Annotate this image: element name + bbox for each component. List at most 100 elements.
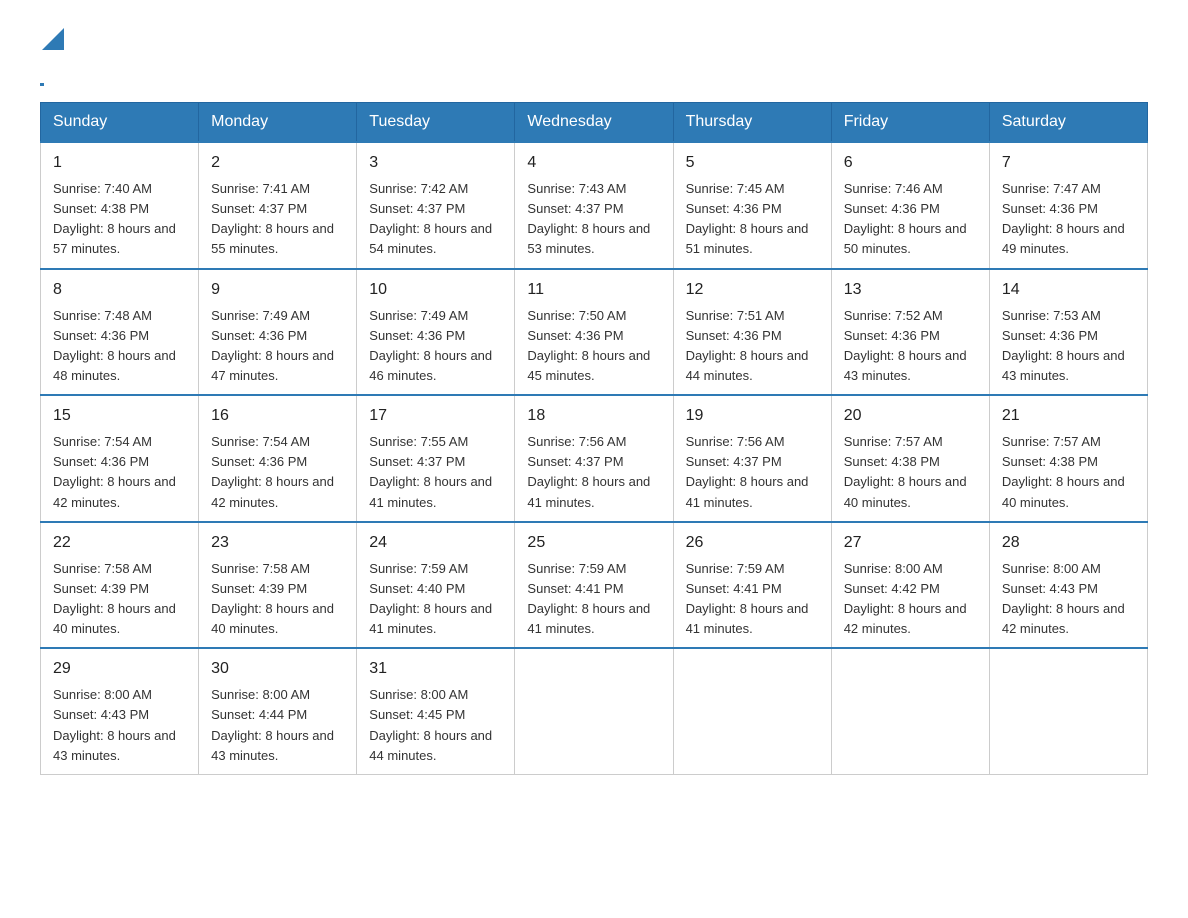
daylight-text: Daylight: 8 hours and 44 minutes. [369, 728, 492, 763]
day-info: Sunrise: 7:59 AM Sunset: 4:40 PM Dayligh… [369, 559, 502, 640]
calendar-cell: 11 Sunrise: 7:50 AM Sunset: 4:36 PM Dayl… [515, 269, 673, 396]
col-header-sunday: Sunday [41, 103, 199, 143]
day-number: 20 [844, 404, 977, 428]
sunrise-text: Sunrise: 7:59 AM [527, 561, 626, 576]
daylight-text: Daylight: 8 hours and 43 minutes. [211, 728, 334, 763]
sunset-text: Sunset: 4:42 PM [844, 581, 940, 596]
sunset-text: Sunset: 4:43 PM [1002, 581, 1098, 596]
day-number: 29 [53, 657, 186, 681]
logo-triangle-icon [42, 28, 64, 50]
daylight-text: Daylight: 8 hours and 49 minutes. [1002, 221, 1125, 256]
sunset-text: Sunset: 4:37 PM [527, 201, 623, 216]
day-number: 16 [211, 404, 344, 428]
day-info: Sunrise: 7:50 AM Sunset: 4:36 PM Dayligh… [527, 306, 660, 387]
calendar-cell [831, 648, 989, 774]
day-info: Sunrise: 8:00 AM Sunset: 4:43 PM Dayligh… [1002, 559, 1135, 640]
sunrise-text: Sunrise: 8:00 AM [1002, 561, 1101, 576]
week-row-5: 29 Sunrise: 8:00 AM Sunset: 4:43 PM Dayl… [41, 648, 1148, 774]
sunrise-text: Sunrise: 7:45 AM [686, 181, 785, 196]
day-number: 22 [53, 531, 186, 555]
daylight-text: Daylight: 8 hours and 57 minutes. [53, 221, 176, 256]
sunset-text: Sunset: 4:38 PM [844, 454, 940, 469]
day-info: Sunrise: 7:51 AM Sunset: 4:36 PM Dayligh… [686, 306, 819, 387]
sunset-text: Sunset: 4:36 PM [686, 201, 782, 216]
calendar-cell: 4 Sunrise: 7:43 AM Sunset: 4:37 PM Dayli… [515, 142, 673, 269]
calendar-cell [673, 648, 831, 774]
daylight-text: Daylight: 8 hours and 44 minutes. [686, 348, 809, 383]
calendar-cell: 2 Sunrise: 7:41 AM Sunset: 4:37 PM Dayli… [199, 142, 357, 269]
logo [40, 30, 64, 82]
day-number: 28 [1002, 531, 1135, 555]
calendar-cell: 20 Sunrise: 7:57 AM Sunset: 4:38 PM Dayl… [831, 395, 989, 522]
day-number: 27 [844, 531, 977, 555]
sunset-text: Sunset: 4:45 PM [369, 707, 465, 722]
sunset-text: Sunset: 4:40 PM [369, 581, 465, 596]
sunrise-text: Sunrise: 7:54 AM [53, 434, 152, 449]
calendar-cell: 29 Sunrise: 8:00 AM Sunset: 4:43 PM Dayl… [41, 648, 199, 774]
sunrise-text: Sunrise: 7:47 AM [1002, 181, 1101, 196]
sunset-text: Sunset: 4:41 PM [527, 581, 623, 596]
col-header-monday: Monday [199, 103, 357, 143]
day-info: Sunrise: 7:57 AM Sunset: 4:38 PM Dayligh… [1002, 432, 1135, 513]
sunset-text: Sunset: 4:36 PM [844, 328, 940, 343]
daylight-text: Daylight: 8 hours and 55 minutes. [211, 221, 334, 256]
day-number: 15 [53, 404, 186, 428]
sunset-text: Sunset: 4:44 PM [211, 707, 307, 722]
daylight-text: Daylight: 8 hours and 47 minutes. [211, 348, 334, 383]
day-number: 3 [369, 151, 502, 175]
day-number: 8 [53, 278, 186, 302]
sunset-text: Sunset: 4:36 PM [53, 328, 149, 343]
calendar-cell: 5 Sunrise: 7:45 AM Sunset: 4:36 PM Dayli… [673, 142, 831, 269]
daylight-text: Daylight: 8 hours and 41 minutes. [369, 601, 492, 636]
calendar-cell: 25 Sunrise: 7:59 AM Sunset: 4:41 PM Dayl… [515, 522, 673, 649]
sunrise-text: Sunrise: 7:52 AM [844, 308, 943, 323]
calendar-cell: 31 Sunrise: 8:00 AM Sunset: 4:45 PM Dayl… [357, 648, 515, 774]
day-number: 23 [211, 531, 344, 555]
sunrise-text: Sunrise: 7:46 AM [844, 181, 943, 196]
calendar-header-row: SundayMondayTuesdayWednesdayThursdayFrid… [41, 103, 1148, 143]
calendar-cell: 13 Sunrise: 7:52 AM Sunset: 4:36 PM Dayl… [831, 269, 989, 396]
day-info: Sunrise: 8:00 AM Sunset: 4:42 PM Dayligh… [844, 559, 977, 640]
day-number: 24 [369, 531, 502, 555]
day-info: Sunrise: 7:40 AM Sunset: 4:38 PM Dayligh… [53, 179, 186, 260]
day-info: Sunrise: 8:00 AM Sunset: 4:45 PM Dayligh… [369, 685, 502, 766]
sunset-text: Sunset: 4:37 PM [369, 201, 465, 216]
calendar-table: SundayMondayTuesdayWednesdayThursdayFrid… [40, 102, 1148, 775]
calendar-cell: 17 Sunrise: 7:55 AM Sunset: 4:37 PM Dayl… [357, 395, 515, 522]
week-row-3: 15 Sunrise: 7:54 AM Sunset: 4:36 PM Dayl… [41, 395, 1148, 522]
sunrise-text: Sunrise: 7:57 AM [1002, 434, 1101, 449]
day-number: 18 [527, 404, 660, 428]
calendar-cell: 27 Sunrise: 8:00 AM Sunset: 4:42 PM Dayl… [831, 522, 989, 649]
day-number: 14 [1002, 278, 1135, 302]
day-number: 25 [527, 531, 660, 555]
day-info: Sunrise: 7:45 AM Sunset: 4:36 PM Dayligh… [686, 179, 819, 260]
calendar-cell: 22 Sunrise: 7:58 AM Sunset: 4:39 PM Dayl… [41, 522, 199, 649]
day-number: 6 [844, 151, 977, 175]
calendar-cell: 28 Sunrise: 8:00 AM Sunset: 4:43 PM Dayl… [989, 522, 1147, 649]
sunrise-text: Sunrise: 7:58 AM [53, 561, 152, 576]
day-info: Sunrise: 7:54 AM Sunset: 4:36 PM Dayligh… [211, 432, 344, 513]
daylight-text: Daylight: 8 hours and 51 minutes. [686, 221, 809, 256]
day-info: Sunrise: 8:00 AM Sunset: 4:44 PM Dayligh… [211, 685, 344, 766]
sunset-text: Sunset: 4:36 PM [1002, 328, 1098, 343]
col-header-wednesday: Wednesday [515, 103, 673, 143]
day-number: 31 [369, 657, 502, 681]
day-number: 9 [211, 278, 344, 302]
sunrise-text: Sunrise: 8:00 AM [369, 687, 468, 702]
day-info: Sunrise: 7:42 AM Sunset: 4:37 PM Dayligh… [369, 179, 502, 260]
daylight-text: Daylight: 8 hours and 53 minutes. [527, 221, 650, 256]
calendar-cell: 15 Sunrise: 7:54 AM Sunset: 4:36 PM Dayl… [41, 395, 199, 522]
daylight-text: Daylight: 8 hours and 43 minutes. [1002, 348, 1125, 383]
sunset-text: Sunset: 4:36 PM [369, 328, 465, 343]
day-info: Sunrise: 7:58 AM Sunset: 4:39 PM Dayligh… [211, 559, 344, 640]
calendar-cell: 30 Sunrise: 8:00 AM Sunset: 4:44 PM Dayl… [199, 648, 357, 774]
day-number: 5 [686, 151, 819, 175]
daylight-text: Daylight: 8 hours and 45 minutes. [527, 348, 650, 383]
day-info: Sunrise: 7:47 AM Sunset: 4:36 PM Dayligh… [1002, 179, 1135, 260]
day-info: Sunrise: 7:59 AM Sunset: 4:41 PM Dayligh… [686, 559, 819, 640]
day-number: 1 [53, 151, 186, 175]
week-row-4: 22 Sunrise: 7:58 AM Sunset: 4:39 PM Dayl… [41, 522, 1148, 649]
sunrise-text: Sunrise: 7:42 AM [369, 181, 468, 196]
sunset-text: Sunset: 4:36 PM [211, 454, 307, 469]
day-info: Sunrise: 7:56 AM Sunset: 4:37 PM Dayligh… [527, 432, 660, 513]
